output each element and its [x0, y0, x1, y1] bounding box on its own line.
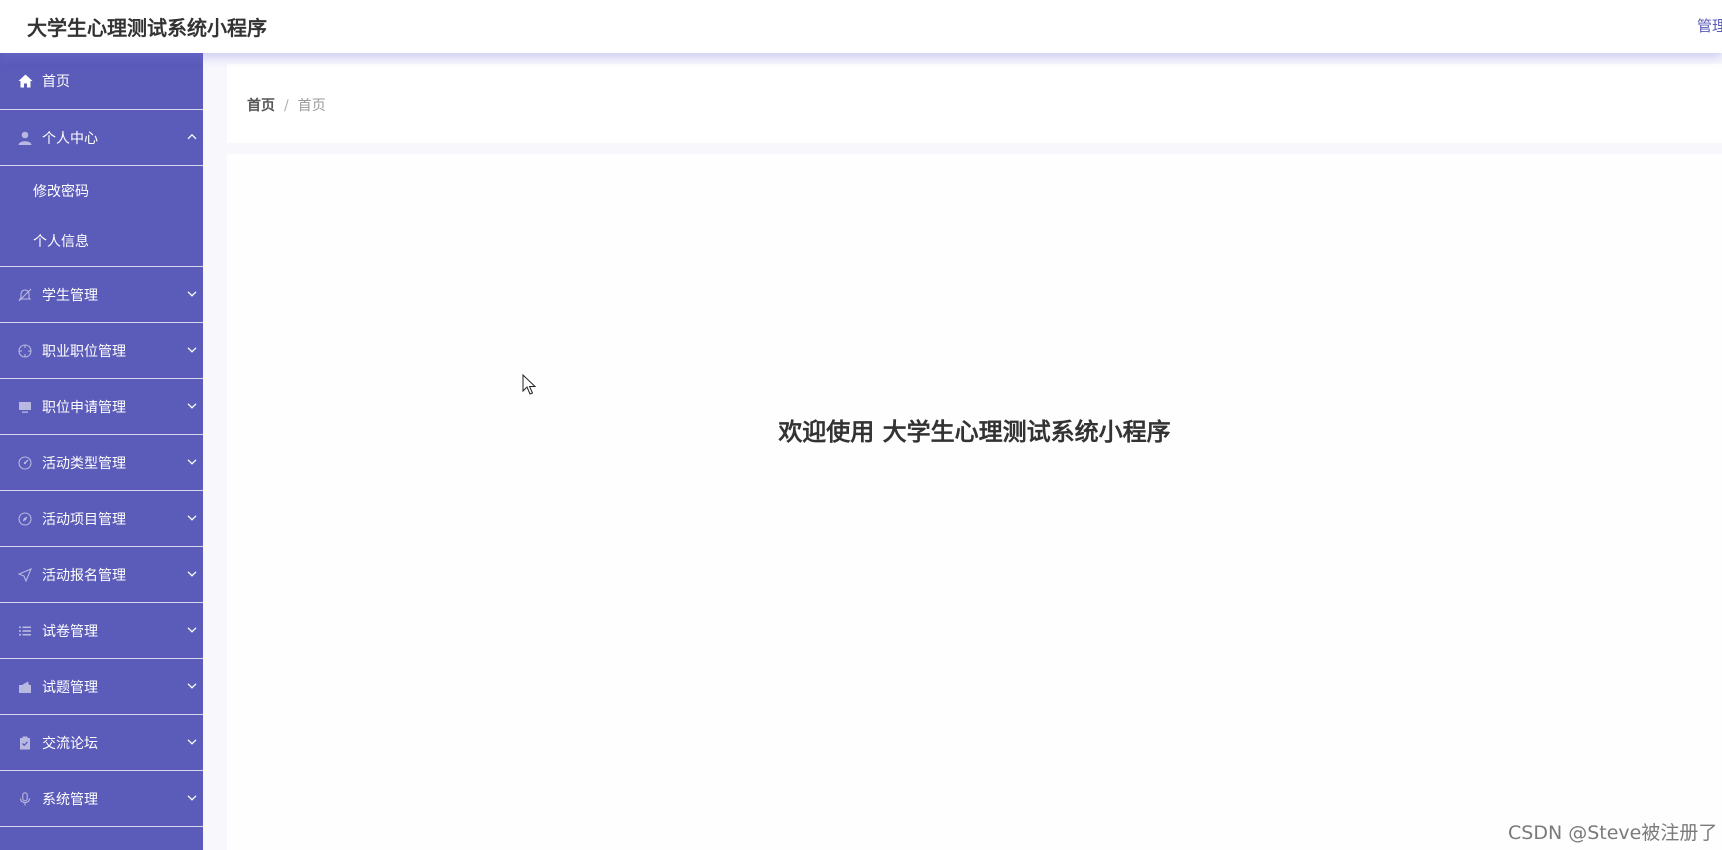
list-icon: [17, 623, 33, 639]
personal-center-submenu: 修改密码 个人信息: [0, 166, 203, 267]
crosshair-icon: [17, 343, 33, 359]
sidebar-item-system-management[interactable]: 系统管理: [0, 771, 203, 827]
sidebar-subitem-label: 修改密码: [33, 184, 89, 200]
clipboard-check-icon: [17, 735, 33, 751]
welcome-message: 欢迎使用 大学生心理测试系统小程序: [778, 418, 1171, 446]
breadcrumb-current: 首页: [297, 98, 326, 114]
user-icon: [17, 130, 33, 146]
breadcrumb: 首页 / 首页: [247, 95, 326, 115]
sidebar-item-exam-paper-management[interactable]: 试卷管理: [0, 603, 203, 659]
mouse-cursor-icon: [522, 374, 536, 395]
main-content: 欢迎使用 大学生心理测试系统小程序: [227, 154, 1722, 850]
chevron-down-icon: [186, 735, 198, 747]
sidebar-item-student-management[interactable]: 学生管理: [0, 267, 203, 323]
sidebar-item-label: 活动项目管理: [42, 511, 126, 528]
chevron-down-icon: [186, 343, 198, 355]
sidebar-item-personal-center[interactable]: 个人中心: [0, 110, 203, 166]
sidebar-item-activity-registration-management[interactable]: 活动报名管理: [0, 547, 203, 603]
sidebar-item-question-management[interactable]: 试题管理: [0, 659, 203, 715]
sidebar-item-position-application-management[interactable]: 职位申请管理: [0, 379, 203, 435]
sidebar-item-label: 交流论坛: [42, 735, 98, 752]
top-header: 大学生心理测试系统小程序 管理: [0, 0, 1722, 53]
breadcrumb-separator: /: [284, 98, 289, 114]
chevron-down-icon: [186, 287, 198, 299]
bell-off-icon: [17, 287, 33, 303]
microphone-icon: [17, 791, 33, 807]
sidebar-item-label: 系统管理: [42, 791, 98, 808]
compass-icon: [17, 511, 33, 527]
chevron-down-icon: [186, 399, 198, 411]
sidebar-menu: 首页 个人中心 修改密码 个人信息 学生管理 职业职位管理 职位申请管理 活动类…: [0, 53, 203, 850]
chevron-down-icon: [186, 623, 198, 635]
breadcrumb-home-link[interactable]: 首页: [247, 98, 275, 114]
chevron-down-icon: [186, 567, 198, 579]
sidebar-item-label: 个人中心: [42, 130, 98, 147]
monitor-icon: [17, 399, 33, 415]
sidebar-item-home[interactable]: 首页: [0, 53, 203, 110]
sidebar-item-label: 职业职位管理: [42, 343, 126, 360]
chevron-down-icon: [186, 679, 198, 691]
gauge-icon: [17, 455, 33, 471]
sidebar-item-activity-project-management[interactable]: 活动项目管理: [0, 491, 203, 547]
sidebar-subitem-label: 个人信息: [33, 234, 89, 250]
app-title: 大学生心理测试系统小程序: [27, 16, 267, 40]
sidebar-item-activity-type-management[interactable]: 活动类型管理: [0, 435, 203, 491]
sidebar-item-label: 试题管理: [42, 679, 98, 696]
sidebar-item-label: 学生管理: [42, 287, 98, 304]
home-icon: [17, 73, 33, 89]
chevron-down-icon: [186, 511, 198, 523]
chevron-down-icon: [186, 791, 198, 803]
sidebar-item-label: 活动报名管理: [42, 567, 126, 584]
sidebar-item-label: 活动类型管理: [42, 455, 126, 472]
sidebar-item-career-position-management[interactable]: 职业职位管理: [0, 323, 203, 379]
send-icon: [17, 567, 33, 583]
sidebar-item-label: 职位申请管理: [42, 399, 126, 416]
chevron-up-icon: [186, 130, 198, 142]
header-user-menu[interactable]: 管理: [1697, 15, 1722, 36]
watermark-text: CSDN @Steve被注册了: [1508, 822, 1718, 844]
sidebar-subitem-profile[interactable]: 个人信息: [0, 216, 203, 266]
wallet-icon: [17, 679, 33, 695]
breadcrumb-panel: 首页 / 首页: [227, 64, 1722, 143]
sidebar-item-label: 首页: [42, 74, 70, 90]
chevron-down-icon: [186, 455, 198, 467]
sidebar-subitem-change-password[interactable]: 修改密码: [0, 166, 203, 216]
sidebar-item-forum[interactable]: 交流论坛: [0, 715, 203, 771]
sidebar-item-label: 试卷管理: [42, 623, 98, 640]
